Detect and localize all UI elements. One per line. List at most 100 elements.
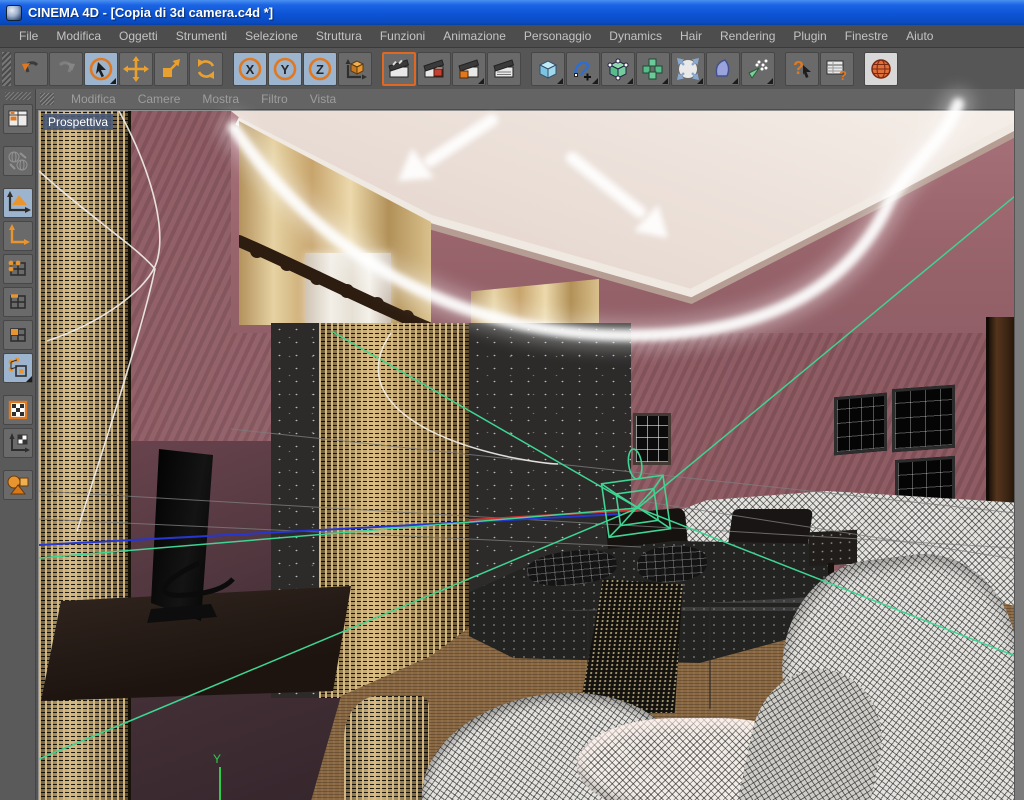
globe-icon <box>868 56 894 82</box>
y-axis-icon: Y <box>272 56 298 82</box>
online-updater-button[interactable] <box>864 51 898 86</box>
vp-menu-vista[interactable]: Vista <box>299 90 347 108</box>
sky-wedge-icon <box>710 56 736 82</box>
curtain-pool <box>344 696 429 800</box>
viewport-3d[interactable]: Y Prospettiva <box>38 110 1014 800</box>
main-toolbar: X Y Z ? ? <box>0 48 1024 89</box>
add-deformer-button[interactable] <box>671 51 705 86</box>
move-button[interactable] <box>119 51 153 86</box>
convert-selection-button[interactable] <box>2 146 33 176</box>
menu-dynamics[interactable]: Dynamics <box>600 26 671 46</box>
add-particle-emitter-button[interactable] <box>741 51 775 86</box>
vp-menu-mostra[interactable]: Mostra <box>191 90 250 108</box>
picture-frame <box>892 384 955 453</box>
edges-mode-button[interactable] <box>2 287 33 317</box>
coordinate-system-button[interactable] <box>338 51 372 86</box>
texture-axis-mode-button[interactable] <box>2 428 33 458</box>
clapperboard-icon <box>386 56 412 82</box>
add-spline-button[interactable] <box>566 51 600 86</box>
convert-globes-icon <box>6 149 30 173</box>
menu-funzioni[interactable]: Funzioni <box>371 26 434 46</box>
gold-curtain-gl <box>319 323 471 698</box>
add-floor-sky-button[interactable] <box>706 51 740 86</box>
polygons-mode-button[interactable] <box>2 320 33 350</box>
undo-button[interactable] <box>14 51 48 86</box>
lock-x-axis-button[interactable]: X <box>233 51 267 86</box>
menu-rendering[interactable]: Rendering <box>711 26 784 46</box>
viewport-menu-bar: Modifica Camere Mostra Filtro Vista <box>36 89 1024 110</box>
layout-icon <box>6 107 30 131</box>
selection-cursor-icon <box>88 56 114 82</box>
rotate-icon <box>194 57 218 81</box>
scale-button[interactable] <box>154 51 188 86</box>
cube-icon <box>535 56 561 82</box>
z-axis-icon: Z <box>307 56 333 82</box>
armchair-right <box>736 543 1014 800</box>
help-icon: ? <box>789 56 815 82</box>
object-axis-mode-button[interactable] <box>2 221 33 251</box>
render-queue-button[interactable] <box>487 51 521 86</box>
model-mode-button[interactable] <box>2 188 33 218</box>
cinema4d-app-icon <box>6 4 22 21</box>
svg-text:X: X <box>246 62 255 77</box>
vp-menu-filtro[interactable]: Filtro <box>250 90 299 108</box>
menu-oggetti[interactable]: Oggetti <box>110 26 167 46</box>
render-view-button[interactable] <box>382 51 416 86</box>
clapperboard-red-icon <box>421 56 447 82</box>
left-mode-toolbar <box>0 89 36 800</box>
points-mode-icon <box>6 257 30 281</box>
menu-struttura[interactable]: Struttura <box>307 26 371 46</box>
spline-pen-icon <box>570 56 596 82</box>
view-label[interactable]: Prospettiva <box>43 114 114 130</box>
small-window <box>633 413 671 465</box>
menu-personaggio[interactable]: Personaggio <box>515 26 600 46</box>
lock-y-axis-button[interactable]: Y <box>268 51 302 86</box>
layout-button[interactable] <box>2 104 33 134</box>
command-manager-button[interactable]: ? <box>820 51 854 86</box>
scale-icon <box>159 57 183 81</box>
render-active-view-button[interactable] <box>417 51 451 86</box>
viewport-grip[interactable] <box>40 93 54 105</box>
menu-bar: File Modifica Oggetti Strumenti Selezion… <box>0 25 1024 48</box>
toolbar-grip[interactable] <box>2 51 11 86</box>
vp-menu-modifica[interactable]: Modifica <box>60 90 127 108</box>
texture-checker-icon <box>6 398 30 422</box>
menu-hair[interactable]: Hair <box>671 26 711 46</box>
expand-arrows-icon <box>675 56 701 82</box>
model-mode-icon <box>5 190 31 216</box>
hypernurbs-icon <box>605 56 631 82</box>
add-hypernurbs-button[interactable] <box>601 51 635 86</box>
menu-finestre[interactable]: Finestre <box>836 26 897 46</box>
help-button[interactable]: ? <box>785 51 819 86</box>
texture-uv-mode-button[interactable] <box>2 353 33 383</box>
lock-z-axis-button[interactable]: Z <box>303 51 337 86</box>
title-bar[interactable]: CINEMA 4D - [Copia di 3d camera.c4d *] <box>0 0 1024 25</box>
add-cube-primitive-button[interactable] <box>531 51 565 86</box>
texture-mode-button[interactable] <box>2 395 33 425</box>
points-mode-button[interactable] <box>2 254 33 284</box>
picture-frame <box>834 392 887 456</box>
rotate-button[interactable] <box>189 51 223 86</box>
menu-selezione[interactable]: Selezione <box>236 26 307 46</box>
coordinate-cube-icon <box>342 56 368 82</box>
menu-modifica[interactable]: Modifica <box>47 26 110 46</box>
array-cubes-icon <box>640 56 666 82</box>
render-settings-button[interactable] <box>452 51 486 86</box>
particles-icon <box>745 56 771 82</box>
viewport-right-gutter <box>1014 89 1024 800</box>
menu-strumenti[interactable]: Strumenti <box>167 26 236 46</box>
vp-menu-camere[interactable]: Camere <box>127 90 192 108</box>
object-display-mode-button[interactable] <box>2 470 33 500</box>
menu-aiuto[interactable]: Aiuto <box>897 26 942 46</box>
menu-file[interactable]: File <box>10 26 47 46</box>
menu-animazione[interactable]: Animazione <box>434 26 515 46</box>
object-display-icon <box>5 472 31 498</box>
add-array-object-button[interactable] <box>636 51 670 86</box>
live-selection-button[interactable] <box>84 51 118 86</box>
object-axis-icon <box>5 223 31 249</box>
polygons-mode-icon <box>6 323 30 347</box>
menu-plugin[interactable]: Plugin <box>784 26 835 46</box>
window-title: CINEMA 4D - [Copia di 3d camera.c4d *] <box>28 5 274 20</box>
redo-button[interactable] <box>49 51 83 86</box>
left-toolbar-grip[interactable] <box>4 92 31 100</box>
